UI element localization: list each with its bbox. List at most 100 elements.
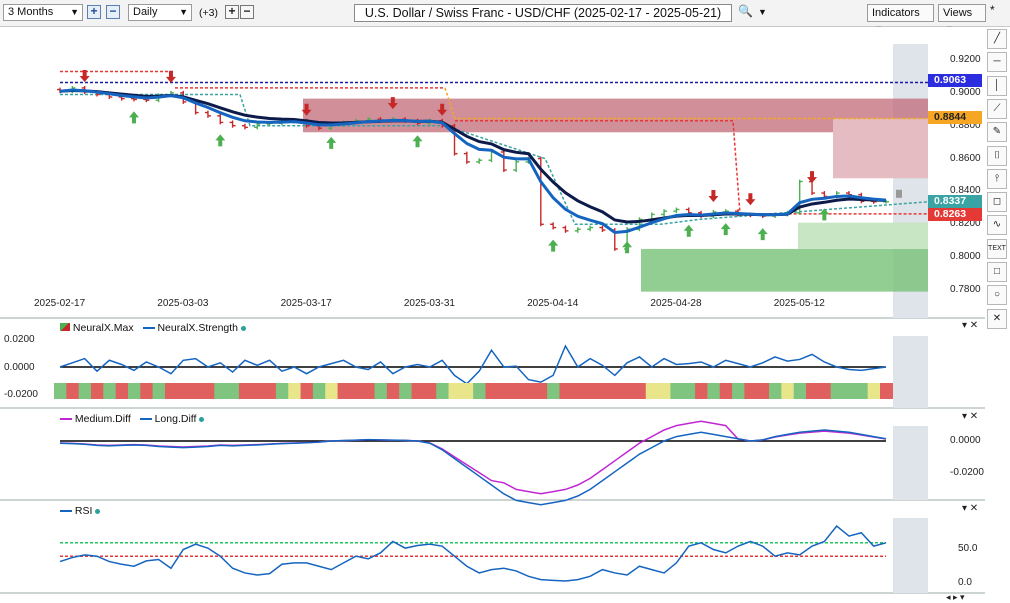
neural-max-bar: [818, 383, 832, 399]
interval-select[interactable]: Daily ▼: [128, 4, 192, 21]
neural-max-bar: [682, 383, 696, 399]
legend-rsi[interactable]: RSI: [75, 505, 93, 517]
settings-dot-icon[interactable]: [464, 34, 470, 40]
neural-max-bar: [288, 383, 302, 399]
neural-max-bar: [769, 383, 783, 399]
range-select[interactable]: 3 Months ▼: [3, 4, 83, 21]
future-shade: [893, 426, 928, 500]
zoom-out-button[interactable]: −: [106, 5, 120, 19]
symbol-title[interactable]: U.S. Dollar / Swiss Franc - USD/CHF (202…: [354, 4, 732, 22]
rectangle-tool-icon[interactable]: □: [987, 262, 1007, 282]
curve-tool-icon[interactable]: ∿: [987, 215, 1007, 236]
neural-max-bar: [621, 383, 635, 399]
price-pane: [0, 27, 985, 594]
neural-max-bar: [436, 383, 450, 399]
buy-arrow-icon: [720, 223, 731, 236]
line-tool-icon[interactable]: ╱: [987, 29, 1007, 49]
neural-strength-line: [59, 344, 887, 385]
chevron-down-icon: ▼: [179, 7, 188, 17]
views-button[interactable]: Views ▼: [938, 4, 986, 34]
fork-tool-icon[interactable]: ⫯: [987, 168, 1007, 189]
rsi-axis-label: 0.0: [958, 577, 972, 588]
neural-strength-swatch: [142, 327, 155, 330]
weekly-swatch: - -: [315, 31, 325, 43]
legend-weekly[interactable]: Weekly: [329, 31, 363, 43]
indicators-button[interactable]: Indicators ▼: [867, 4, 934, 34]
demand-zone-recent: [798, 222, 928, 249]
zoom-in-button[interactable]: +: [87, 5, 101, 19]
rsi-pane-controls[interactable]: ▾ ✕: [962, 503, 978, 514]
quarter-level-line: [444, 87, 928, 120]
neural-max-bar: [473, 383, 487, 399]
neural-max-bar: [867, 383, 881, 399]
neural-max-bar: [140, 383, 154, 399]
neural-max-bar: [177, 383, 191, 399]
legend-yearly[interactable]: Yearly: [269, 31, 298, 43]
legend-neural-strength[interactable]: NeuralX.Strength: [157, 322, 238, 334]
neural-max-bar: [226, 383, 240, 399]
rsi-line: [59, 524, 887, 582]
hline-tool-icon[interactable]: ─: [987, 52, 1007, 73]
bar-swatch: [60, 32, 72, 42]
channel-tool-icon[interactable]: ⌷: [987, 145, 1007, 166]
legend-tcross-long[interactable]: TCross.Long: [496, 31, 556, 43]
neural-max-bar: [880, 383, 893, 399]
text-tool-icon[interactable]: TEXT: [987, 238, 1007, 259]
legend-medium-diff[interactable]: Medium.Diff: [75, 413, 131, 425]
price-axis-label: 0.9000: [950, 86, 981, 98]
diff-axis-label: 0.0000: [950, 435, 981, 446]
diff-axis-label: -0.0200: [950, 467, 984, 478]
long-diff-swatch: [139, 418, 152, 421]
legend-monthly[interactable]: Monthly: [197, 31, 234, 43]
medium-diff-line: [59, 420, 887, 495]
neural-max-bar: [448, 383, 462, 399]
price-axis-label: 0.9200: [950, 54, 981, 65]
legend-long-predict[interactable]: Long.Predict: [398, 31, 457, 43]
ellipse-tool-icon[interactable]: ○: [987, 285, 1007, 306]
neural-max-bar: [855, 383, 869, 399]
neural-pane: [54, 344, 893, 399]
neural-axis-label: 0.0200: [4, 334, 35, 345]
rsi-axis-label: 50.0: [958, 543, 978, 554]
neural-max-bar: [781, 383, 795, 399]
search-icon[interactable]: 🔍: [738, 4, 753, 18]
ray-tool-icon[interactable]: ⟋: [987, 98, 1007, 119]
neural-max-bar: [201, 383, 215, 399]
neural-pane-controls[interactable]: ▾ ✕: [962, 320, 978, 331]
legend-bar[interactable]: Bar: [78, 31, 94, 43]
neural-max-bar: [830, 383, 844, 399]
vline-tool-icon[interactable]: │: [987, 75, 1007, 96]
rsi-swatch: [60, 510, 72, 513]
range-value: 3 Months: [8, 6, 54, 18]
buy-arrow-icon: [128, 111, 139, 124]
chevron-down-icon[interactable]: ▼: [758, 7, 767, 17]
scroll-controls[interactable]: ◂ ▸ ▾: [946, 592, 965, 603]
remove-pane-button[interactable]: −: [240, 5, 254, 19]
yearly-swatch: - -: [255, 31, 265, 43]
add-pane-button[interactable]: +: [225, 5, 239, 19]
monthly-swatch: - -: [182, 31, 192, 43]
pin-icon[interactable]: *: [990, 3, 995, 17]
chevron-down-icon: ▼: [70, 7, 79, 17]
legend-neural-max[interactable]: NeuralX.Max: [73, 322, 134, 334]
legend-quarter[interactable]: Quarter: [128, 31, 164, 43]
neural-max-bar: [793, 383, 807, 399]
marker-tool-icon[interactable]: ✎: [987, 122, 1007, 143]
buy-arrow-icon: [622, 241, 633, 254]
legend-long-diff[interactable]: Long.Diff: [155, 413, 197, 425]
delete-tool-icon[interactable]: ✕: [987, 308, 1007, 329]
neural-max-bar: [719, 383, 733, 399]
callout-tool-icon[interactable]: ◻: [987, 192, 1007, 213]
neural-max-bar: [399, 383, 413, 399]
settings-dot-icon[interactable]: [199, 417, 205, 422]
neural-max-bar: [238, 383, 252, 399]
date-axis-label: 2025-04-14: [527, 298, 579, 309]
settings-dot-icon[interactable]: [549, 34, 555, 40]
settings-dot-icon[interactable]: [240, 326, 246, 331]
diff-pane-controls[interactable]: ▾ ✕: [962, 411, 978, 422]
rsi-legend: RSI: [60, 505, 101, 517]
quarter-swatch: - -: [110, 31, 120, 43]
indicators-label: Indicators: [872, 7, 920, 19]
neural-max-bar: [189, 383, 203, 399]
settings-dot-icon[interactable]: [95, 509, 101, 514]
